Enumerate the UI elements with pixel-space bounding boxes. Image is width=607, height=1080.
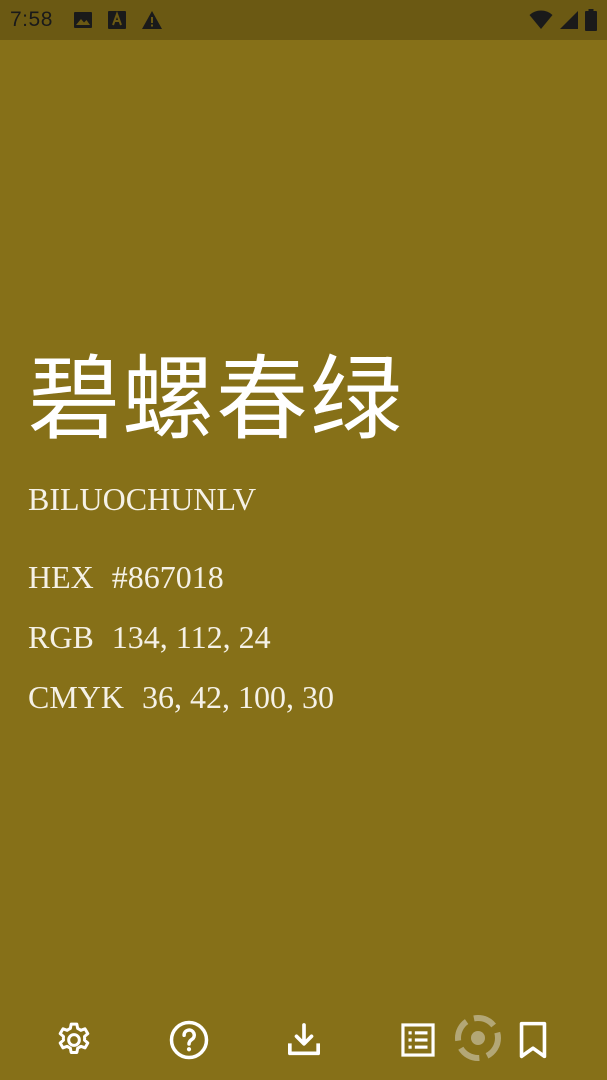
settings-button[interactable] xyxy=(52,1018,96,1062)
font-icon xyxy=(107,10,127,30)
download-icon xyxy=(284,1020,324,1060)
color-name-pinyin: BILUOCHUNLV xyxy=(28,481,257,517)
status-bar: 7:58 xyxy=(0,0,607,40)
help-button[interactable] xyxy=(167,1018,211,1062)
wifi-icon xyxy=(529,10,553,30)
color-detail-screen: 7:58 碧螺春绿 BILUOCHUNLV HEX #867018 RGB 13… xyxy=(0,0,607,1080)
bottom-toolbar xyxy=(0,1010,607,1070)
bookmark-icon xyxy=(515,1020,551,1060)
rgb-value: 134, 112, 24 xyxy=(111,619,271,655)
cmyk-value: 36, 42, 100, 30 xyxy=(142,679,335,715)
color-name-chinese: 碧螺春绿 xyxy=(28,346,405,453)
rgb-row: RGB 134, 112, 24 xyxy=(28,617,271,657)
hex-value: #867018 xyxy=(111,559,224,595)
download-button[interactable] xyxy=(282,1018,326,1062)
list-icon xyxy=(399,1021,437,1059)
list-button[interactable] xyxy=(396,1018,440,1062)
cmyk-label: CMYK xyxy=(28,679,125,715)
battery-icon xyxy=(585,9,597,31)
bookmark-button[interactable] xyxy=(511,1018,555,1062)
cmyk-row: CMYK 36, 42, 100, 30 xyxy=(28,677,334,717)
help-circle-icon xyxy=(168,1019,210,1061)
hex-row: HEX #867018 xyxy=(28,557,224,597)
signal-icon xyxy=(559,10,579,30)
status-notification-icons xyxy=(73,10,163,30)
status-time: 7:58 xyxy=(10,8,53,31)
gear-icon xyxy=(54,1020,94,1060)
rgb-label: RGB xyxy=(28,619,94,655)
warning-icon xyxy=(141,10,163,30)
image-icon xyxy=(73,10,93,30)
hex-label: HEX xyxy=(28,559,94,595)
status-system-icons xyxy=(529,0,597,40)
